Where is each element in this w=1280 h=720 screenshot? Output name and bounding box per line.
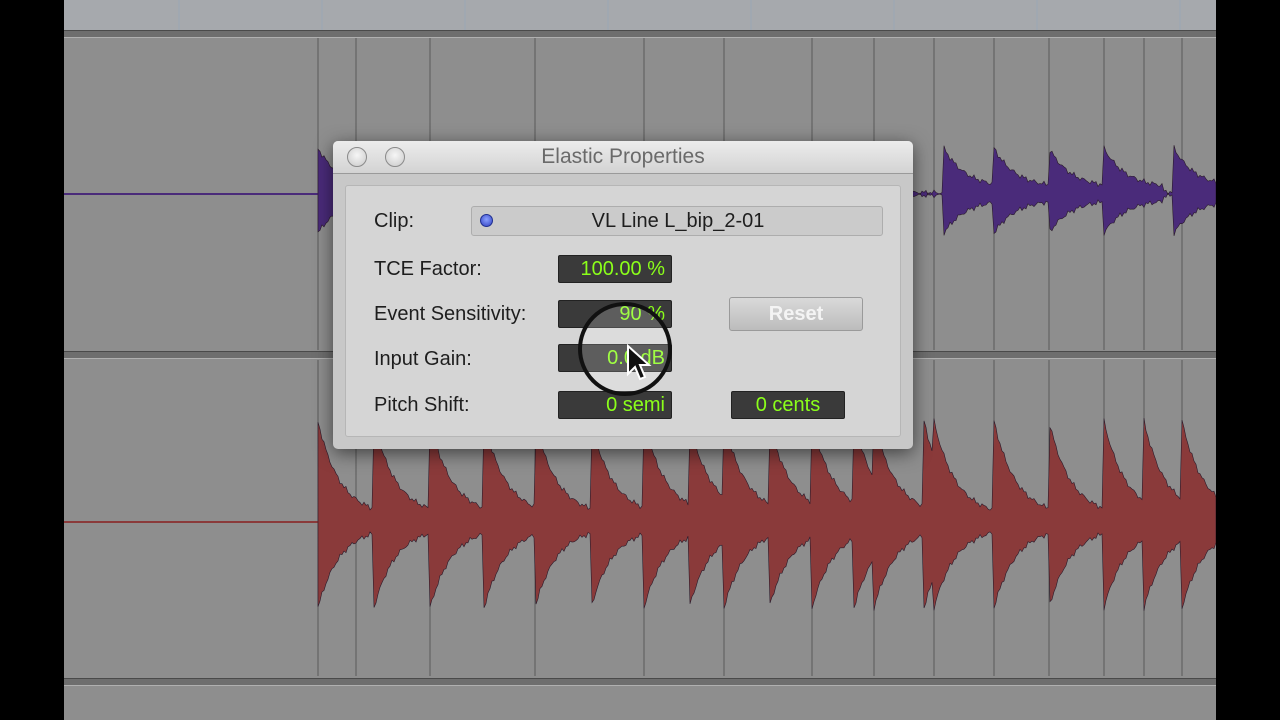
- clip-label: Clip:: [374, 210, 415, 232]
- reset-button[interactable]: Reset: [729, 297, 863, 331]
- tce-factor-field[interactable]: 100.00 %: [558, 255, 672, 283]
- input-gain-label: Input Gain:: [374, 348, 472, 370]
- tce-factor-label: TCE Factor:: [374, 258, 482, 280]
- elastic-properties-window: Elastic Properties Clip: VL Line L_bip_2…: [333, 141, 913, 449]
- pitch-shift-cents-field[interactable]: 0 cents: [731, 391, 845, 419]
- clip-name: VL Line L_bip_2-01: [591, 210, 765, 232]
- window-titlebar[interactable]: Elastic Properties: [333, 141, 913, 174]
- cursor-highlight-ring: [578, 302, 672, 396]
- clip-name-field: VL Line L_bip_2-01: [471, 206, 883, 236]
- mouse-pointer-icon: [627, 344, 652, 381]
- pitch-shift-label: Pitch Shift:: [374, 394, 470, 416]
- event-sensitivity-label: Event Sensitivity:: [374, 303, 527, 325]
- window-title: Elastic Properties: [541, 145, 705, 168]
- pitch-shift-semitones-field[interactable]: 0 semi: [558, 391, 672, 419]
